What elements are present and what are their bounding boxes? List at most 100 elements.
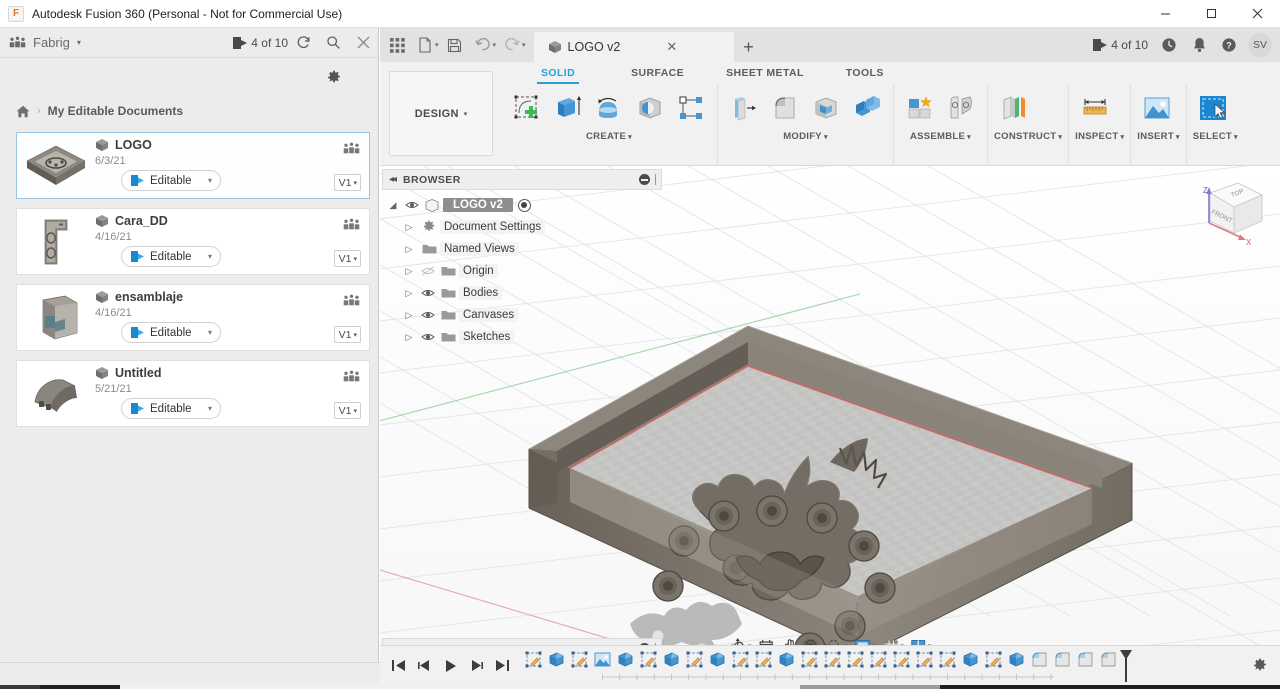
timeline-feature-extrude[interactable] xyxy=(660,648,683,672)
editable-status-pill[interactable]: Editable ▾ xyxy=(121,170,221,191)
panel-label-assemble[interactable]: ASSEMBLE ▾ xyxy=(900,131,981,142)
press-pull-icon[interactable] xyxy=(724,87,764,129)
timeline-feature-sketch[interactable] xyxy=(752,648,775,672)
timeline-marker[interactable] xyxy=(1119,649,1133,682)
expand-arrow-icon[interactable]: ▷ xyxy=(400,310,418,321)
timeline-feature-sketch[interactable] xyxy=(867,648,890,672)
fillet-icon[interactable] xyxy=(765,87,805,129)
timeline-feature-extrude[interactable] xyxy=(1005,648,1028,672)
save-icon[interactable] xyxy=(441,31,469,59)
timeline-feature-sketch[interactable] xyxy=(890,648,913,672)
go-to-beginning-icon[interactable] xyxy=(386,653,410,679)
timeline-feature-sketch[interactable] xyxy=(936,648,959,672)
visibility-eye-icon[interactable] xyxy=(418,310,437,320)
timeline-feature-extrude[interactable] xyxy=(706,648,729,672)
tree-node-root[interactable]: ◢ LOGO v2 xyxy=(384,194,662,216)
tab-tools[interactable]: TOOLS xyxy=(840,62,890,84)
version-badge[interactable]: V1 ▾ xyxy=(333,250,361,267)
revolve-icon[interactable] xyxy=(589,87,629,129)
share-people-icon[interactable] xyxy=(343,370,360,383)
tree-node-canvases[interactable]: ▷ Canvases xyxy=(384,304,662,326)
new-tab-button[interactable]: + xyxy=(734,32,764,62)
clock-icon[interactable] xyxy=(1154,30,1184,60)
search-icon[interactable] xyxy=(318,28,348,58)
tree-node-named-views[interactable]: ▷ Named Views xyxy=(384,238,662,260)
maximize-button[interactable] xyxy=(1188,0,1234,28)
select-window-icon[interactable] xyxy=(1193,87,1233,129)
chevron-down-icon[interactable]: ▾ xyxy=(196,176,212,185)
expand-arrow-icon[interactable]: ◢ xyxy=(384,200,402,211)
share-people-icon[interactable] xyxy=(343,218,360,231)
team-name[interactable]: Fabrig xyxy=(33,35,70,50)
document-card-cara-dd[interactable]: Cara_DD 4/16/21 Editable ▾ V1 ▾ xyxy=(16,208,370,275)
play-icon[interactable] xyxy=(438,653,462,679)
browser-minimize-icon[interactable] xyxy=(639,174,650,185)
extrude-icon[interactable] xyxy=(548,87,588,129)
breadcrumb-label[interactable]: My Editable Documents xyxy=(48,104,183,118)
chevron-down-icon[interactable]: ▾ xyxy=(196,404,212,413)
team-dropdown-caret[interactable]: ▾ xyxy=(77,38,81,47)
version-badge[interactable]: V1 ▾ xyxy=(333,402,361,419)
app-grid-icon[interactable] xyxy=(383,31,411,59)
tab-solid[interactable]: SOLID xyxy=(535,62,581,84)
timeline-feature-sketch[interactable] xyxy=(913,648,936,672)
timeline-feature-extrude[interactable] xyxy=(959,648,982,672)
editable-status-pill[interactable]: Editable ▾ xyxy=(121,398,221,419)
measure-icon[interactable] xyxy=(1075,87,1115,129)
avatar[interactable]: SV xyxy=(1248,33,1272,57)
timeline-feature-sketch[interactable] xyxy=(982,648,1005,672)
chevron-down-icon[interactable]: ▾ xyxy=(196,328,212,337)
browser-resize-grip[interactable] xyxy=(655,174,657,185)
offset-plane-icon[interactable] xyxy=(994,87,1034,129)
close-button[interactable] xyxy=(1234,0,1280,28)
go-to-end-icon[interactable] xyxy=(490,653,514,679)
tab-logo-v2[interactable]: LOGO v2 ✕ xyxy=(533,32,734,62)
new-sketch-icon[interactable] xyxy=(507,87,547,129)
editable-status-pill[interactable]: Editable ▾ xyxy=(121,322,221,343)
joint-icon[interactable] xyxy=(941,87,981,129)
view-cube[interactable]: TOP FRONT Z X xyxy=(1180,171,1272,263)
expand-arrow-icon[interactable]: ▷ xyxy=(400,332,418,343)
tree-node-document-settings[interactable]: ▷ Document Settings xyxy=(384,216,662,238)
panel-label-create[interactable]: CREATE ▾ xyxy=(507,131,711,142)
timeline-feature-extrude[interactable] xyxy=(775,648,798,672)
share-people-icon[interactable] xyxy=(343,294,360,307)
chevron-down-icon[interactable]: ▾ xyxy=(435,41,439,49)
visibility-eye-icon[interactable] xyxy=(418,266,437,276)
sphere-icon[interactable] xyxy=(630,87,670,129)
version-badge[interactable]: V1 ▾ xyxy=(333,174,361,191)
document-card-untitled[interactable]: Untitled 5/21/21 Editable ▾ V1 ▾ xyxy=(16,360,370,427)
chevron-down-icon[interactable]: ▾ xyxy=(522,41,526,49)
tab-surface[interactable]: SURFACE xyxy=(625,62,690,84)
close-data-panel-icon[interactable] xyxy=(348,28,378,58)
viewport-3d[interactable]: ◂◂ BROWSER ◢ LOGO v2 ▷ Document Settings… xyxy=(380,166,1280,662)
timeline-feature-sketch[interactable] xyxy=(637,648,660,672)
timeline-feature-sketch[interactable] xyxy=(683,648,706,672)
home-icon[interactable] xyxy=(16,105,30,118)
timeline-feature-sketch[interactable] xyxy=(568,648,591,672)
shell-icon[interactable] xyxy=(806,87,846,129)
panel-label-modify[interactable]: MODIFY ▾ xyxy=(724,131,887,142)
version-badge[interactable]: V1 ▾ xyxy=(333,326,361,343)
expand-arrow-icon[interactable]: ▷ xyxy=(400,244,418,255)
timeline-feature-extrude[interactable] xyxy=(614,648,637,672)
tree-node-sketches[interactable]: ▷ Sketches xyxy=(384,326,662,348)
bell-icon[interactable] xyxy=(1184,30,1214,60)
timeline-feature-sketch[interactable] xyxy=(522,648,545,672)
timeline-feature-fillet[interactable] xyxy=(1074,648,1097,672)
chevron-down-icon[interactable]: ▾ xyxy=(196,252,212,261)
gear-icon[interactable] xyxy=(1240,646,1280,686)
help-icon[interactable]: ? xyxy=(1214,30,1244,60)
document-card-ensamblaje[interactable]: ensamblaje 4/16/21 Editable ▾ V1 ▾ xyxy=(16,284,370,351)
share-people-icon[interactable] xyxy=(343,142,360,155)
close-icon[interactable]: ✕ xyxy=(658,39,685,55)
timeline-feature-fillet[interactable] xyxy=(1028,648,1051,672)
visibility-eye-icon[interactable] xyxy=(418,288,437,298)
expand-arrow-icon[interactable]: ▷ xyxy=(400,222,418,233)
timeline-feature-canvas[interactable] xyxy=(591,648,614,672)
expand-arrow-icon[interactable]: ▷ xyxy=(400,266,418,277)
panel-label-select[interactable]: SELECT ▾ xyxy=(1193,131,1238,142)
insert-canvas-icon[interactable] xyxy=(1137,87,1177,129)
timeline-feature-sketch[interactable] xyxy=(729,648,752,672)
gear-icon[interactable] xyxy=(324,68,344,88)
